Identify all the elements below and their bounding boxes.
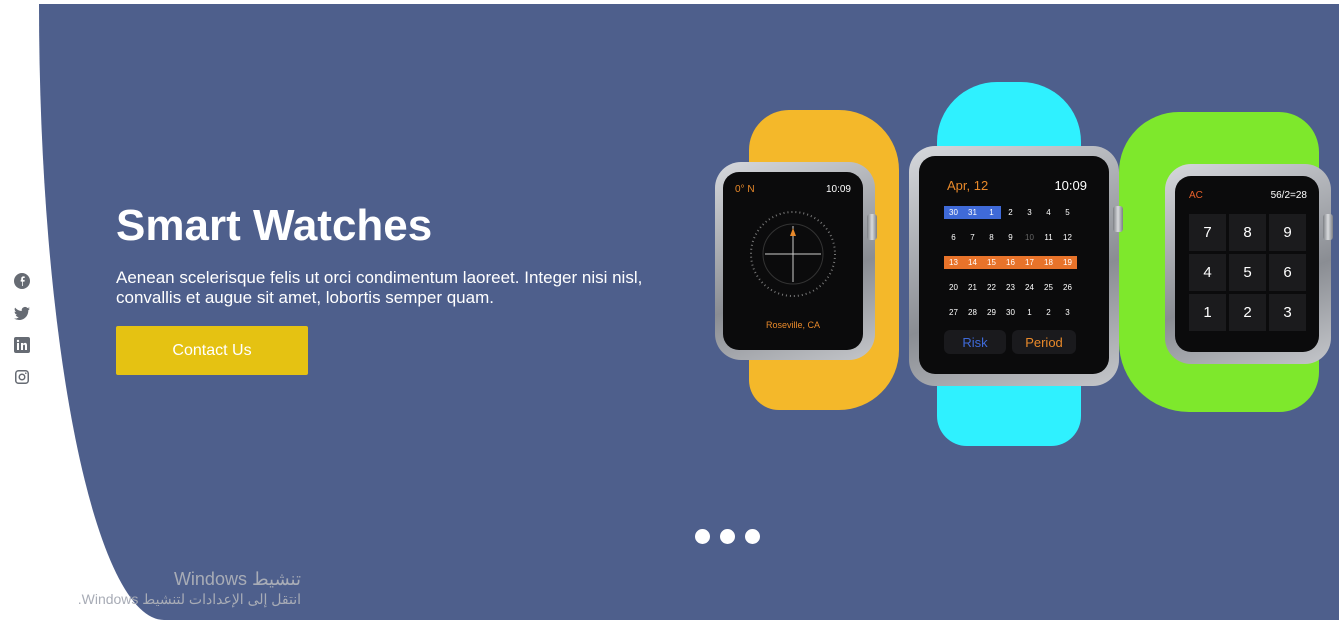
calendar-day: 2: [1046, 308, 1051, 317]
calendar-day: 22: [987, 283, 996, 292]
calendar-day: 26: [1063, 283, 1072, 292]
calc-display: 56/2=28: [1270, 190, 1307, 201]
calendar-day: 1: [982, 206, 1001, 219]
calc-key: 6: [1269, 254, 1306, 291]
calc-key: 4: [1189, 254, 1226, 291]
calendar-day: 17: [1020, 256, 1039, 269]
risk-button: Risk: [944, 330, 1006, 354]
calendar-day: 20: [949, 283, 958, 292]
compass-screen: 0° N 10:09 Roseville, CA: [723, 172, 863, 350]
calendar-day: 27: [949, 308, 958, 317]
calc-ac-label: AC: [1189, 190, 1203, 201]
compass-location: Roseville, CA: [765, 320, 821, 330]
calendar-day: 8: [989, 233, 994, 242]
watermark-line-2: انتقل إلى الإعدادات لتنشيط Windows.: [77, 591, 301, 607]
calendar-day: 10: [1025, 233, 1034, 242]
compass-heading: 0° N: [735, 184, 755, 195]
calc-key: 8: [1229, 214, 1266, 251]
calendar-day: 9: [1008, 233, 1013, 242]
carousel-dot-2[interactable]: [720, 529, 735, 544]
calendar-day: 29: [987, 308, 996, 317]
calendar-day: 30: [944, 206, 963, 219]
calc-key: 1: [1189, 294, 1226, 331]
calendar-day: 21: [968, 283, 977, 292]
calendar-day: 6: [951, 233, 956, 242]
twitter-icon[interactable]: [13, 304, 31, 322]
calc-key: 5: [1229, 254, 1266, 291]
instagram-icon[interactable]: [13, 368, 31, 386]
calendar-day: 28: [968, 308, 977, 317]
calc-key: 9: [1269, 214, 1306, 251]
carousel-dot-3[interactable]: [745, 529, 760, 544]
calc-key: 7: [1189, 214, 1226, 251]
calendar-day: 7: [970, 233, 975, 242]
linkedin-icon[interactable]: [13, 336, 31, 354]
calendar-day: 5: [1065, 208, 1070, 217]
calendar-screen: Apr, 12 10:09 30 31 1 2 3 4 5 6 7 8 9 10 11 12 13 14 15 1…: [919, 156, 1109, 374]
compass-time: 10:09: [825, 184, 851, 195]
calendar-day: 23: [1006, 283, 1015, 292]
calendar-day: 1: [1027, 308, 1032, 317]
calendar-time: 10:09: [1054, 178, 1087, 193]
windows-activation-watermark: تنشيط Windows انتقل إلى الإعدادات لتنشيط…: [78, 568, 301, 608]
calendar-day: 2: [1008, 208, 1013, 217]
calendar-day: 25: [1044, 283, 1053, 292]
calendar-day: 3: [1065, 308, 1070, 317]
yellow-watch-case: 0° N 10:09 Roseville, CA: [715, 162, 877, 360]
green-watch-case: AC 56/2=28 789 456 123: [1165, 164, 1333, 364]
social-links: [13, 272, 31, 400]
calendar-day: 3: [1027, 208, 1032, 217]
calendar-day: 11: [1044, 233, 1053, 242]
hero-description: Aenean scelerisque felis ut orci condime…: [116, 268, 643, 307]
calendar-day: 19: [1058, 256, 1077, 269]
calc-key: 2: [1229, 294, 1266, 331]
period-button: Period: [1012, 330, 1076, 354]
calendar-day: 14: [963, 256, 982, 269]
hero-title: Smart Watches: [116, 201, 433, 250]
calc-keypad: 789 456 123: [1189, 214, 1306, 331]
watches-image: 0° N 10:09 Roseville, CA AC 56/2=28 7894…: [709, 82, 1339, 452]
calendar-day: 30: [1006, 308, 1015, 317]
calendar-day: 15: [982, 256, 1001, 269]
facebook-icon[interactable]: [13, 272, 31, 290]
hero-banner: Smart Watches Aenean scelerisque felis u…: [39, 4, 1339, 620]
calendar-day: 31: [963, 206, 982, 219]
contact-us-button[interactable]: Contact Us: [116, 326, 308, 375]
calendar-day: 24: [1025, 283, 1034, 292]
calendar-day: 16: [1001, 256, 1020, 269]
calendar-grid: 30 31 1 2 3 4 5 6 7 8 9 10 11 12 13 14 15 16 17 18 19 20 21 22 2…: [944, 206, 1077, 319]
calendar-day: 4: [1046, 208, 1051, 217]
cyan-watch-case: Apr, 12 10:09 30 31 1 2 3 4 5 6 7 8 9 10 11 12 13 14 15 1…: [909, 146, 1123, 386]
calculator-screen: AC 56/2=28 789 456 123: [1175, 176, 1319, 352]
calc-key: 3: [1269, 294, 1306, 331]
compass-dial-icon: [750, 211, 836, 297]
watermark-line-1: تنشيط Windows: [173, 569, 301, 589]
carousel-dot-1[interactable]: [695, 529, 710, 544]
calendar-day: 12: [1063, 233, 1072, 242]
calendar-day: 18: [1039, 256, 1058, 269]
carousel-dots: [695, 529, 760, 544]
calendar-day: 13: [944, 256, 963, 269]
calendar-month: Apr, 12: [947, 178, 989, 193]
